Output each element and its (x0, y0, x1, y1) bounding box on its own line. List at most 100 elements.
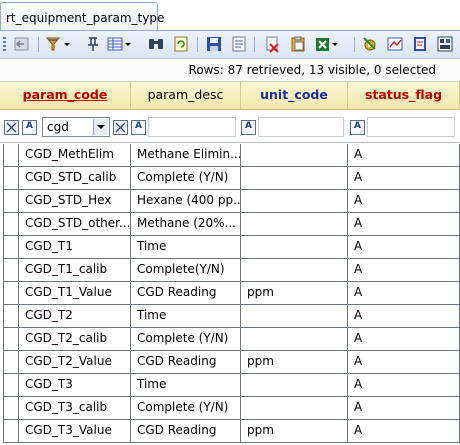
status-flag-cell[interactable]: A (348, 236, 460, 259)
param-code-cell[interactable]: CGD_T2_Value (19, 351, 131, 374)
pin-icon[interactable] (86, 35, 100, 53)
param-code-cell[interactable]: CGD_T1 (19, 236, 131, 259)
table-row[interactable]: CGD_T2_Value CGD Reading ppm A (0, 351, 460, 374)
status-flag-cell[interactable]: A (348, 328, 460, 351)
status-flag-cell[interactable]: A (348, 282, 460, 305)
filter-icon[interactable] (45, 35, 71, 53)
row-selector[interactable] (3, 144, 19, 167)
chart-icon[interactable] (386, 35, 404, 53)
grid-icon[interactable] (436, 35, 454, 53)
filter-clear-icon[interactable] (4, 120, 19, 135)
status-flag-cell[interactable]: A (348, 190, 460, 213)
columns-icon[interactable] (106, 35, 132, 53)
status-flag-cell[interactable]: A (348, 374, 460, 397)
param-desc-cell[interactable]: Complete (Y/N) (131, 397, 241, 420)
param-code-cell[interactable]: CGD_T3_Value (19, 420, 131, 443)
param-code-cell[interactable]: CGD_T3_calib (19, 397, 131, 420)
status-flag-cell[interactable]: A (348, 144, 460, 167)
row-selector[interactable] (3, 213, 19, 236)
status-flag-cell[interactable]: A (348, 420, 460, 443)
param-desc-cell[interactable]: CGD Reading (131, 351, 241, 374)
table-row[interactable]: CGD_T1 Time A (0, 236, 460, 259)
param-code-cell[interactable]: CGD_T1_calib (19, 259, 131, 282)
row-selector[interactable] (3, 167, 19, 190)
table-row[interactable]: CGD_T1_calib Complete(Y/N) A (0, 259, 460, 282)
tab-rt-equipment-param-type[interactable]: rt_equipment_param_type (0, 2, 164, 30)
column-header-unit-code[interactable]: unit_code (241, 82, 348, 110)
param-desc-cell[interactable]: Complete (Y/N) (131, 328, 241, 351)
table-row[interactable]: CGD_T3_Value CGD Reading ppm A (0, 420, 460, 443)
unit-code-filter-input[interactable] (258, 117, 344, 137)
param-desc-cell[interactable]: Methane Elimin... (131, 144, 241, 167)
unit-code-cell[interactable] (241, 259, 348, 282)
table-row[interactable]: CGD_MethElim Methane Elimin... A (0, 144, 460, 167)
param-desc-cell[interactable]: Methane (20%... (131, 213, 241, 236)
row-selector[interactable] (3, 190, 19, 213)
unit-code-cell[interactable]: ppm (241, 420, 348, 443)
param-code-cell[interactable]: CGD_STD_calib (19, 167, 131, 190)
param-code-cell[interactable]: CGD_STD_Hex (19, 190, 131, 213)
row-selector[interactable] (3, 282, 19, 305)
param-code-cell[interactable]: CGD_T2_calib (19, 328, 131, 351)
row-selector[interactable] (3, 351, 19, 374)
excel-icon[interactable] (314, 35, 340, 53)
filter-clear-icon[interactable] (113, 120, 128, 135)
status-flag-cell[interactable]: A (348, 213, 460, 236)
save-icon[interactable] (205, 35, 223, 53)
unit-code-cell[interactable] (241, 305, 348, 328)
back-icon[interactable] (13, 35, 31, 53)
param-code-cell[interactable]: CGD_T3 (19, 374, 131, 397)
refresh-icon[interactable] (172, 35, 190, 53)
param-code-cell[interactable]: CGD_STD_other... (19, 213, 131, 236)
param-code-cell[interactable]: CGD_T1_Value (19, 282, 131, 305)
status-flag-cell[interactable]: A (348, 259, 460, 282)
row-selector[interactable] (3, 259, 19, 282)
column-header-status-flag[interactable]: status_flag (348, 82, 460, 110)
column-header-param-desc[interactable]: param_desc (131, 82, 241, 110)
param-code-filter-input[interactable]: cgd (42, 117, 110, 137)
filter-mode-icon[interactable]: A (22, 120, 37, 135)
param-desc-cell[interactable]: CGD Reading (131, 420, 241, 443)
unit-code-cell[interactable] (241, 144, 348, 167)
column-header-param-code[interactable]: param_code (0, 82, 131, 110)
table-row[interactable]: CGD_T2 Time A (0, 305, 460, 328)
unit-code-cell[interactable]: ppm (241, 351, 348, 374)
table-row[interactable]: CGD_STD_calib Complete (Y/N) A (0, 167, 460, 190)
param-desc-cell[interactable]: Time (131, 374, 241, 397)
param-desc-cell[interactable]: Time (131, 236, 241, 259)
unit-code-cell[interactable]: ppm (241, 282, 348, 305)
param-code-cell[interactable]: CGD_MethElim (19, 144, 131, 167)
status-flag-cell[interactable]: A (348, 397, 460, 420)
row-selector[interactable] (3, 374, 19, 397)
settings-icon[interactable] (361, 35, 379, 53)
row-selector[interactable] (3, 236, 19, 259)
param-desc-filter-input[interactable] (148, 117, 236, 137)
report-icon[interactable] (411, 35, 429, 53)
toolbar-grip[interactable] (3, 37, 6, 52)
find-icon[interactable] (147, 35, 165, 53)
status-flag-cell[interactable]: A (348, 167, 460, 190)
table-row[interactable]: CGD_T3 Time A (0, 374, 460, 397)
unit-code-cell[interactable] (241, 397, 348, 420)
table-row[interactable]: CGD_T3_calib Complete (Y/N) A (0, 397, 460, 420)
filter-mode-icon[interactable]: A (241, 120, 256, 135)
param-desc-cell[interactable]: Time (131, 305, 241, 328)
row-selector[interactable] (3, 397, 19, 420)
param-desc-cell[interactable]: Complete(Y/N) (131, 259, 241, 282)
param-desc-cell[interactable]: CGD Reading (131, 282, 241, 305)
unit-code-cell[interactable] (241, 190, 348, 213)
filter-mode-icon[interactable]: A (131, 120, 146, 135)
delete-icon[interactable] (263, 35, 281, 53)
status-flag-cell[interactable]: A (348, 351, 460, 374)
row-selector[interactable] (3, 305, 19, 328)
status-flag-filter-input[interactable] (367, 117, 455, 137)
paste-icon[interactable] (289, 35, 307, 53)
status-flag-cell[interactable]: A (348, 305, 460, 328)
unit-code-cell[interactable] (241, 236, 348, 259)
row-selector[interactable] (3, 328, 19, 351)
properties-icon[interactable] (230, 35, 248, 53)
param-desc-cell[interactable]: Complete (Y/N) (131, 167, 241, 190)
param-code-cell[interactable]: CGD_T2 (19, 305, 131, 328)
row-selector[interactable] (3, 420, 19, 443)
chevron-down-icon[interactable] (93, 119, 108, 135)
